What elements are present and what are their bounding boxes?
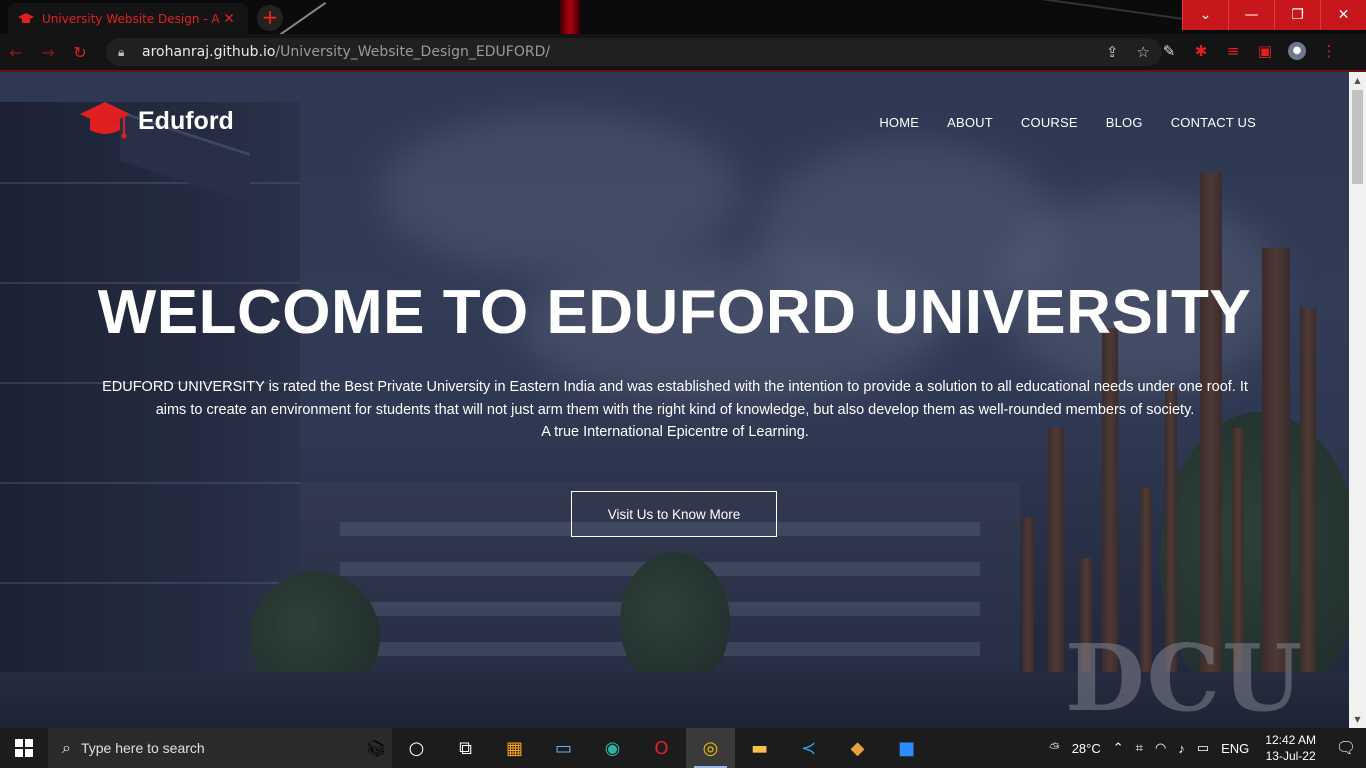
reload-icon[interactable]: ↻ — [64, 43, 96, 62]
chrome-browser-icon[interactable]: ◎ — [686, 728, 735, 768]
menu-kebab-icon[interactable]: ⋮ — [1320, 42, 1338, 60]
weather-icon[interactable]: ⛅︎ — [1043, 740, 1065, 756]
battery-icon[interactable]: ▭ — [1191, 740, 1215, 756]
system-tray: ⛅︎ 28°C ⌃ ⌗ ◠ ♪ ▭ ENG 12:42 AM 13-Jul-22… — [1043, 728, 1366, 768]
pen-extension-icon[interactable]: ✎ — [1160, 42, 1178, 60]
search-icon: ⌕ — [62, 738, 71, 757]
language-indicator[interactable]: ENG — [1215, 741, 1255, 756]
search-highlight-icon: 📚︎ — [365, 738, 386, 758]
show-hidden-icons-icon[interactable]: ⌃ — [1107, 740, 1130, 756]
extensions-area: ✎ ✱ ≡ ▣ ● ⋮ — [1160, 42, 1338, 60]
vscode-icon[interactable]: ≺ — [784, 728, 833, 768]
search-placeholder: Type here to search — [80, 740, 205, 756]
task-view-icon[interactable]: ⧉ — [441, 728, 490, 768]
graduation-cap-icon — [80, 102, 130, 139]
browser-tab[interactable]: University Website Design - A.D. ✕ — [8, 3, 248, 34]
notification-center-icon[interactable]: 🗨︎ — [1326, 738, 1366, 758]
windows-logo-icon — [15, 739, 33, 757]
bookmark-star-icon[interactable]: ☆ — [1137, 43, 1150, 61]
scroll-down-arrow-icon[interactable]: ▼ — [1349, 711, 1366, 728]
clock-date: 13-Jul-22 — [1265, 749, 1316, 763]
weather-temperature[interactable]: 28°C — [1066, 741, 1107, 756]
main-navigation: HOME ABOUT COURSE BLOG CONTACT US — [879, 115, 1256, 130]
taskbar-search-box[interactable]: ⌕ Type here to search 📚︎ — [48, 728, 392, 768]
file-explorer-icon[interactable]: ▬ — [735, 728, 784, 768]
reading-list-icon[interactable]: ≡ — [1224, 42, 1242, 60]
url-host: arohanraj.github.io — [142, 44, 276, 60]
nav-about[interactable]: ABOUT — [947, 115, 993, 130]
graduation-cap-icon — [18, 12, 34, 23]
nav-course[interactable]: COURSE — [1021, 115, 1078, 130]
visit-us-button[interactable]: Visit Us to Know More — [571, 491, 777, 537]
hero-description: EDUFORD UNIVERSITY is rated the Best Pri… — [70, 376, 1280, 444]
scroll-up-arrow-icon[interactable]: ▲ — [1349, 72, 1366, 89]
share-icon[interactable]: ⇪ — [1106, 43, 1119, 61]
tab-search-button[interactable]: ⌄ — [1182, 0, 1228, 30]
window-controls: ⌄ — ❐ ✕ — [1182, 0, 1366, 30]
close-tab-icon[interactable]: ✕ — [220, 11, 238, 27]
edge-browser-icon[interactable]: ◉ — [588, 728, 637, 768]
url-path: /University_Website_Design_EDUFORD/ — [275, 44, 551, 60]
wallpaper-streak — [560, 0, 580, 34]
wifi-icon[interactable]: ◠ — [1149, 740, 1172, 756]
volume-icon[interactable]: ♪ — [1172, 741, 1191, 756]
new-tab-button[interactable]: + — [257, 5, 283, 31]
close-window-button[interactable]: ✕ — [1320, 0, 1366, 30]
page-scrollbar[interactable]: ▲ ▼ — [1349, 72, 1366, 728]
clock-time: 12:42 AM — [1265, 733, 1316, 747]
clock[interactable]: 12:42 AM 13-Jul-22 — [1255, 732, 1326, 764]
site-logo[interactable]: Eduford — [80, 100, 234, 142]
hero-title: WELCOME TO EDUFORD UNIVERSITY — [97, 278, 1252, 347]
network-adapter-icon[interactable]: ⌗ — [1130, 740, 1149, 756]
minimize-button[interactable]: — — [1228, 0, 1274, 30]
remote-app-icon[interactable]: ▭ — [539, 728, 588, 768]
scrollbar-thumb[interactable] — [1352, 90, 1363, 184]
browser-tab-bar: University Website Design - A.D. ✕ + ⌄ —… — [0, 0, 1366, 34]
nav-blog[interactable]: BLOG — [1106, 115, 1143, 130]
start-button[interactable] — [0, 728, 48, 768]
nav-contact-us[interactable]: CONTACT US — [1171, 115, 1256, 130]
tab-title: University Website Design - A.D. — [42, 11, 220, 26]
side-panel-icon[interactable]: ▣ — [1256, 42, 1274, 60]
wallpaper-streak — [275, 1, 327, 34]
opera-browser-icon[interactable]: O — [637, 728, 686, 768]
nav-home[interactable]: HOME — [879, 115, 919, 130]
lock-icon[interactable]: 🔒︎ — [118, 45, 134, 60]
restore-button[interactable]: ❐ — [1274, 0, 1320, 30]
hero-description-line: EDUFORD UNIVERSITY is rated the Best Pri… — [102, 379, 1248, 395]
windows-taskbar: ⌕ Type here to search 📚︎ ○ ⧉ ▦ ▭ ◉ O ◎ ▬… — [0, 728, 1366, 768]
forward-arrow-icon[interactable]: → — [32, 43, 64, 62]
puzzle-extensions-icon[interactable]: ✱ — [1192, 42, 1210, 60]
hero-description-line: aims to create an environment for studen… — [155, 401, 1195, 418]
hero-description-line: A true International Epicentre of Learni… — [541, 424, 809, 440]
git-app-icon[interactable]: ◆ — [833, 728, 882, 768]
profile-avatar[interactable]: ● — [1288, 42, 1306, 60]
zoom-app-icon[interactable]: ■ — [882, 728, 931, 768]
address-bar[interactable]: 🔒︎ arohanraj.github.io/University_Websit… — [106, 38, 1162, 66]
wallpaper-streak — [851, 0, 1189, 21]
cortana-icon[interactable]: ○ — [392, 728, 441, 768]
store-app-icon[interactable]: ▦ — [490, 728, 539, 768]
page-viewport: DCU Eduford HOME ABOUT COURSE BLOG CONTA… — [0, 72, 1349, 728]
back-arrow-icon[interactable]: ← — [0, 43, 32, 62]
brand-name: Eduford — [138, 106, 234, 135]
